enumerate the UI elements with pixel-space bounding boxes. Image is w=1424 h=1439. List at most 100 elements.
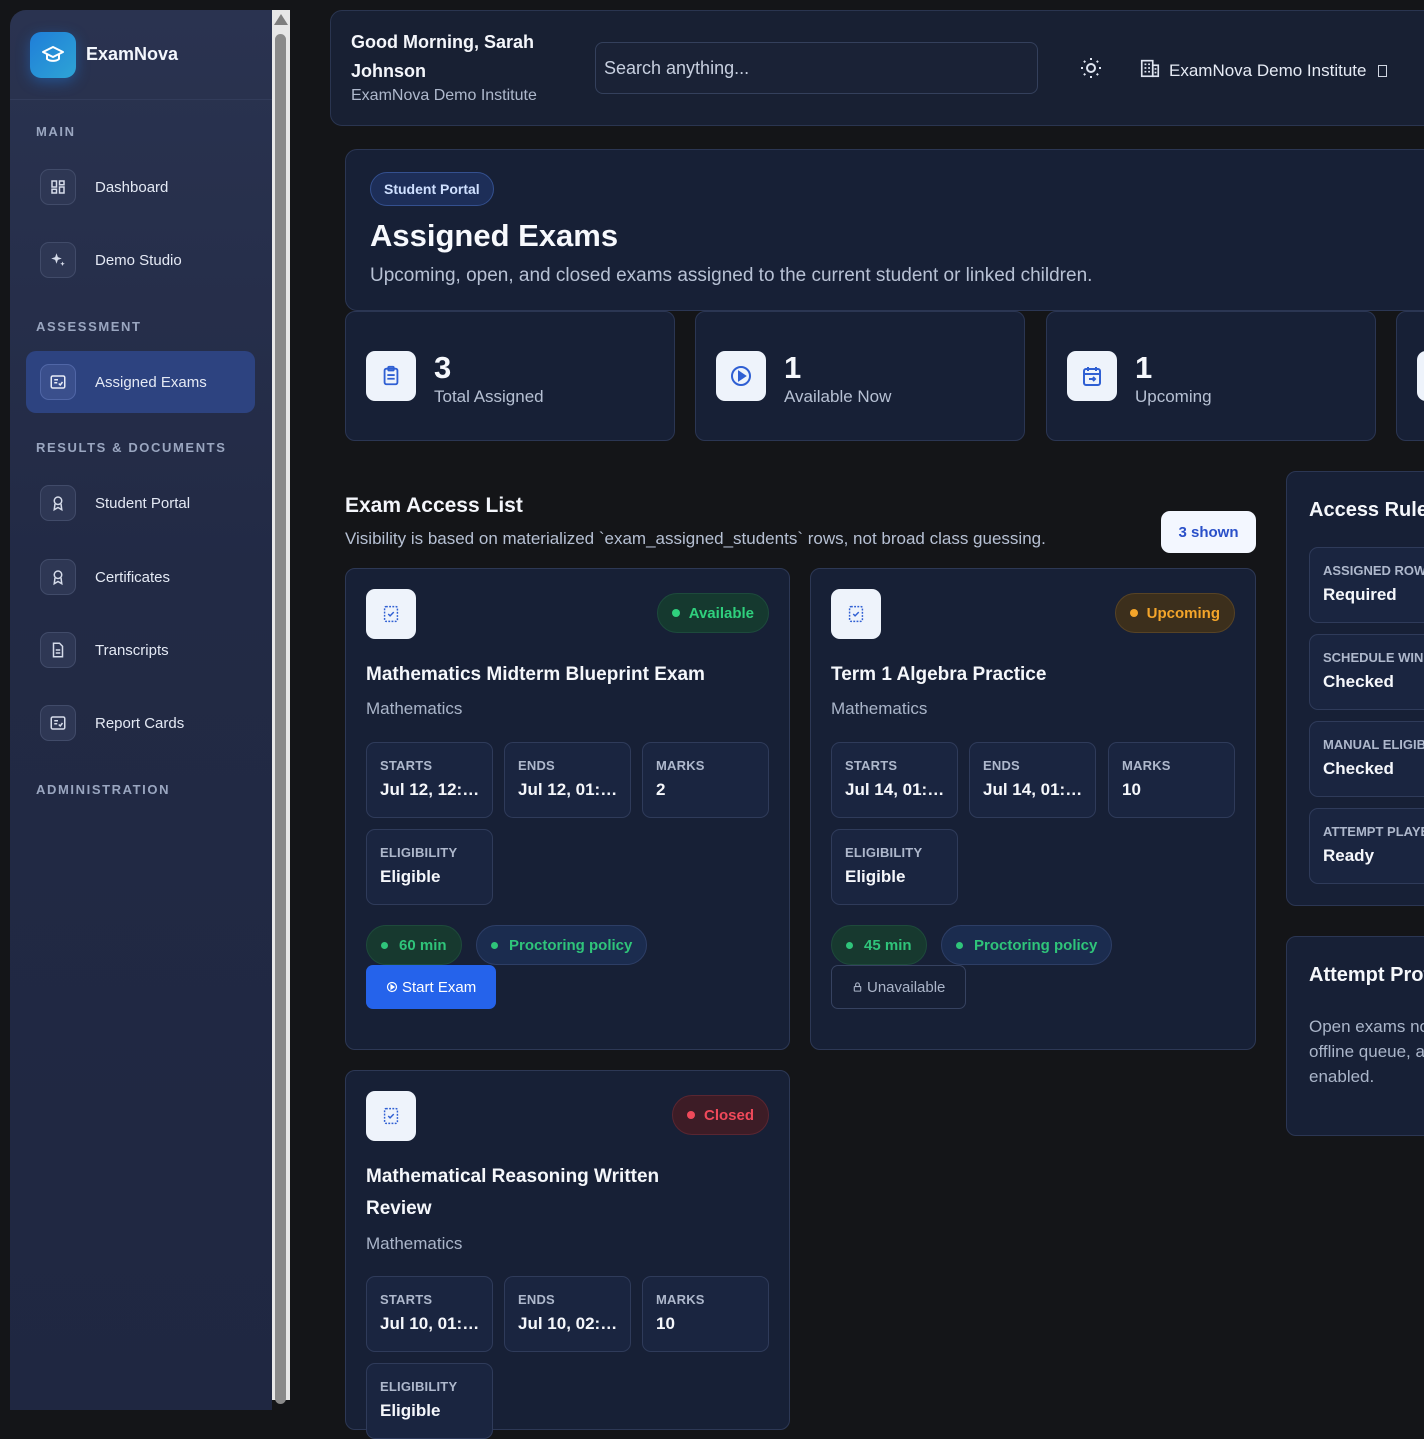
greeting-institute: ExamNova Demo Institute [351,87,537,104]
sidebar-item-label: Report Cards [95,714,185,732]
search-input[interactable]: Search anything... [595,42,1038,94]
brand[interactable]: ExamNova [10,10,272,100]
stat-label: Total Assigned [434,387,544,406]
scroll-up-arrow-icon[interactable] [274,14,288,25]
stat-icon-partial [1417,351,1424,401]
play-circle-icon [716,351,766,401]
portal-pill: Student Portal [370,172,494,206]
stat-card-partial [1396,311,1424,441]
meta-starts: STARTSJul 12, 12:00 PM [366,742,493,818]
certificate-icon [40,559,76,595]
sidebar-item-student-portal[interactable]: Student Portal [26,472,255,534]
report-card-icon [40,705,76,741]
sidebar-item-label: Student Portal [95,494,191,512]
stat-label: Available Now [784,387,892,406]
rule-assigned-row: ASSIGNED ROW Required [1309,547,1424,623]
sidebar: ExamNova MAIN Dashboard Demo Studio ASSE… [10,10,272,1410]
stat-upcoming: 1 Upcoming [1046,311,1376,441]
exam-doc-icon [831,589,881,639]
proctoring-policy-chip[interactable]: Proctoring policy [941,925,1113,965]
status-badge: Available [656,593,769,633]
theme-toggle-sun-icon[interactable] [1079,56,1103,85]
attempt-protection-panel: Attempt Protection Open exams now use au… [1286,936,1424,1136]
sidebar-item-transcripts[interactable]: Transcripts [26,619,255,681]
exam-doc-icon [366,1091,416,1141]
access-rules-panel: Access Rules ASSIGNED ROWRequired SCHEDU… [1286,471,1424,906]
exam-subject: Mathematics [831,699,928,718]
page-header-card: Student Portal Assigned Exams Upcoming, … [345,149,1424,311]
lock-icon [853,982,862,992]
attempt-title: Attempt Protection [1309,964,1424,986]
scroll-thumb[interactable] [275,34,286,1404]
play-icon [386,981,398,993]
meta-starts: STARTSJul 14, 01:00 PM [831,742,958,818]
dropdown-icon [1378,64,1388,77]
sidebar-item-certificates[interactable]: Certificates [26,546,255,608]
greeting: Good Morning, Sarah Johnson [351,32,534,81]
unavailable-button[interactable]: Unavailable [831,965,967,1009]
stat-value: 3 [434,350,452,385]
dashboard-icon [40,169,76,205]
meta-eligibility: ELIGIBILITY Eligible [366,1363,493,1439]
meta-marks: MARKS 2 [642,742,769,818]
attempt-text: Open exams now use autosave, resume, off… [1309,1017,1424,1086]
shown-count-badge: 3 shown [1161,511,1256,553]
rule-manual-eligibility: MANUAL ELIGIBILITYChecked [1309,721,1424,797]
badge-icon [40,485,76,521]
institute-switcher[interactable]: ExamNova Demo Institute [1139,57,1388,84]
exam-subject: Mathematics [366,699,463,718]
exam-list-subtitle: Visibility is based on materialized `exa… [345,529,1046,548]
institute-name: ExamNova Demo Institute [1169,60,1367,80]
clipboard-icon [366,351,416,401]
sidebar-item-report-cards[interactable]: Report Cards [26,692,255,754]
meta-marks: MARKS 10 [642,1276,769,1352]
stat-value: 1 [1135,350,1153,385]
status-badge: Upcoming [1114,593,1235,633]
meta-ends: ENDSJul 14, 01:45 PM [969,742,1096,818]
document-icon [40,632,76,668]
status-badge: Closed [671,1095,769,1135]
exam-title: Term 1 Algebra Practice [831,664,1047,685]
exam-title: Mathematical Reasoning Written Review [366,1166,660,1219]
section-label-results: RESULTS & DOCUMENTS [36,440,227,455]
stat-available-now: 1 Available Now [695,311,1025,441]
proctoring-policy-chip[interactable]: Proctoring policy [476,925,648,965]
graduation-cap-icon [30,31,76,78]
sidebar-item-label: Assigned Exams [95,373,207,391]
section-label-administration: ADMINISTRATION [36,782,171,797]
sidebar-item-label: Transcripts [95,641,169,659]
section-label-main: MAIN [36,124,76,139]
top-header: Good Morning, Sarah Johnson ExamNova Dem… [330,10,1424,126]
page-title: Assigned Exams [370,218,619,253]
sidebar-item-assigned-exams[interactable]: Assigned Exams [26,351,255,413]
building-icon [1139,57,1161,84]
duration-chip: 60 min [366,925,462,965]
meta-ends: ENDSJul 10, 02:00 PM [504,1276,631,1352]
stat-label: Upcoming [1135,387,1212,406]
page-subtitle: Upcoming, open, and closed exams assigne… [370,265,1093,286]
brand-name: ExamNova [86,44,179,64]
access-rules-title: Access Rules [1309,499,1424,521]
exam-list-title: Exam Access List [345,494,523,517]
rule-schedule-window: SCHEDULE WINDOWChecked [1309,634,1424,710]
sparkles-icon [40,242,76,278]
sidebar-scrollbar[interactable] [272,10,290,1404]
rule-attempt-player: ATTEMPT PLAYERReady [1309,808,1424,884]
duration-chip: 45 min [831,925,927,965]
meta-eligibility: ELIGIBILITY Eligible [831,829,958,905]
exam-card: Closed Mathematical Reasoning Written Re… [345,1070,790,1439]
exam-card: Available Mathematics Midterm Blueprint … [345,568,790,1050]
stat-total-assigned: 3 Total Assigned [345,311,675,441]
meta-starts: STARTSJul 10, 01:00 PM [366,1276,493,1352]
sidebar-item-label: Demo Studio [95,251,182,269]
sidebar-item-dashboard[interactable]: Dashboard [26,156,255,218]
exam-list-icon [40,364,76,400]
calendar-arrow-icon [1067,351,1117,401]
sidebar-item-label: Certificates [95,568,171,586]
exam-subject: Mathematics [366,1234,463,1253]
sidebar-item-demo-studio[interactable]: Demo Studio [26,229,255,291]
start-exam-button[interactable]: Start Exam [366,965,497,1009]
meta-marks: MARKS 10 [1108,742,1235,818]
meta-ends: ENDSJul 12, 01:00 PM [504,742,631,818]
meta-eligibility: ELIGIBILITY Eligible [366,829,493,905]
